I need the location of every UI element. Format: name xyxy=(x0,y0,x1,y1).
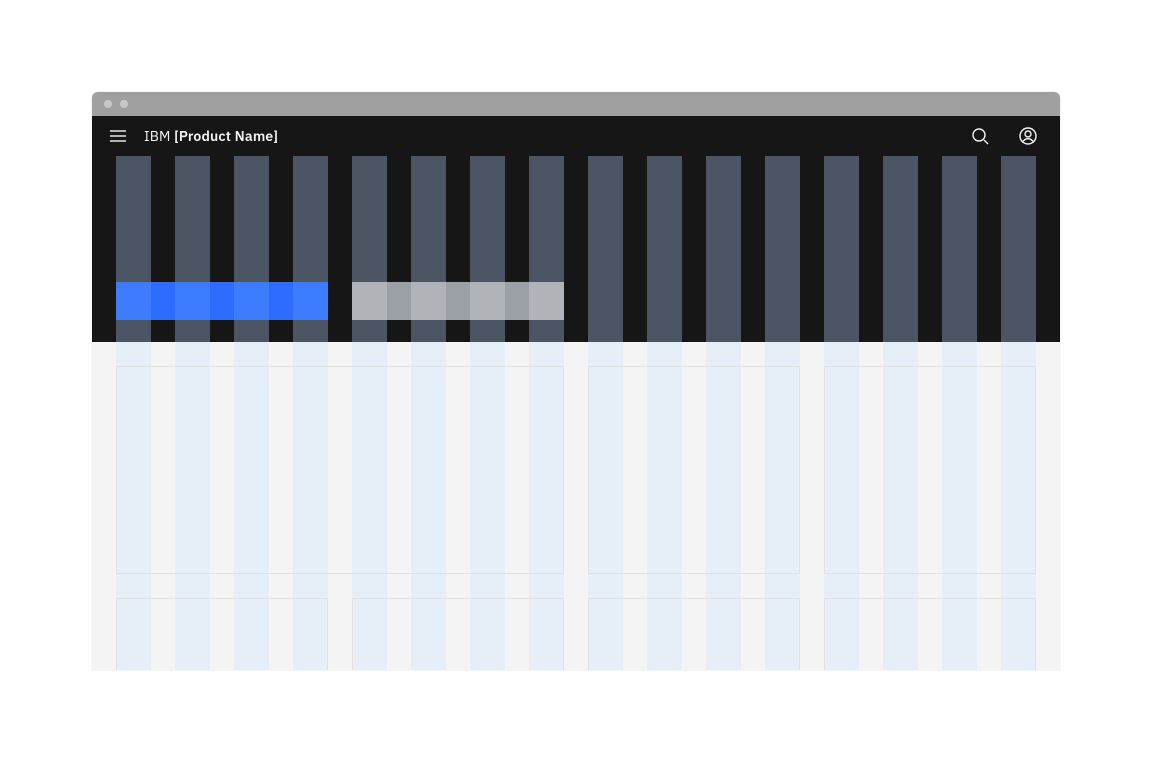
body-area xyxy=(92,342,1060,670)
browser-frame: IBM [Product Name] xyxy=(92,92,1060,670)
brand: IBM [Product Name] xyxy=(144,127,278,145)
secondary-cta[interactable] xyxy=(352,282,564,320)
brand-prefix: IBM xyxy=(144,127,171,145)
window-dot xyxy=(120,100,128,108)
cards-grid xyxy=(92,342,1060,670)
window-dot xyxy=(104,100,112,108)
ui-header: IBM [Product Name] xyxy=(92,116,1060,156)
primary-cta[interactable] xyxy=(116,282,328,320)
card[interactable] xyxy=(824,598,1036,670)
browser-titlebar xyxy=(92,92,1060,116)
card[interactable] xyxy=(352,598,564,670)
app-viewport: IBM [Product Name] xyxy=(92,116,1060,670)
user-icon[interactable] xyxy=(1012,120,1044,152)
card[interactable] xyxy=(588,366,800,574)
hero-band xyxy=(92,156,1060,342)
menu-icon[interactable] xyxy=(108,126,128,146)
search-icon[interactable] xyxy=(964,120,996,152)
hero-ctas xyxy=(116,282,564,320)
card[interactable] xyxy=(116,598,328,670)
brand-product: [Product Name] xyxy=(174,127,278,145)
card[interactable] xyxy=(588,598,800,670)
card[interactable] xyxy=(116,366,564,574)
card[interactable] xyxy=(824,366,1036,574)
